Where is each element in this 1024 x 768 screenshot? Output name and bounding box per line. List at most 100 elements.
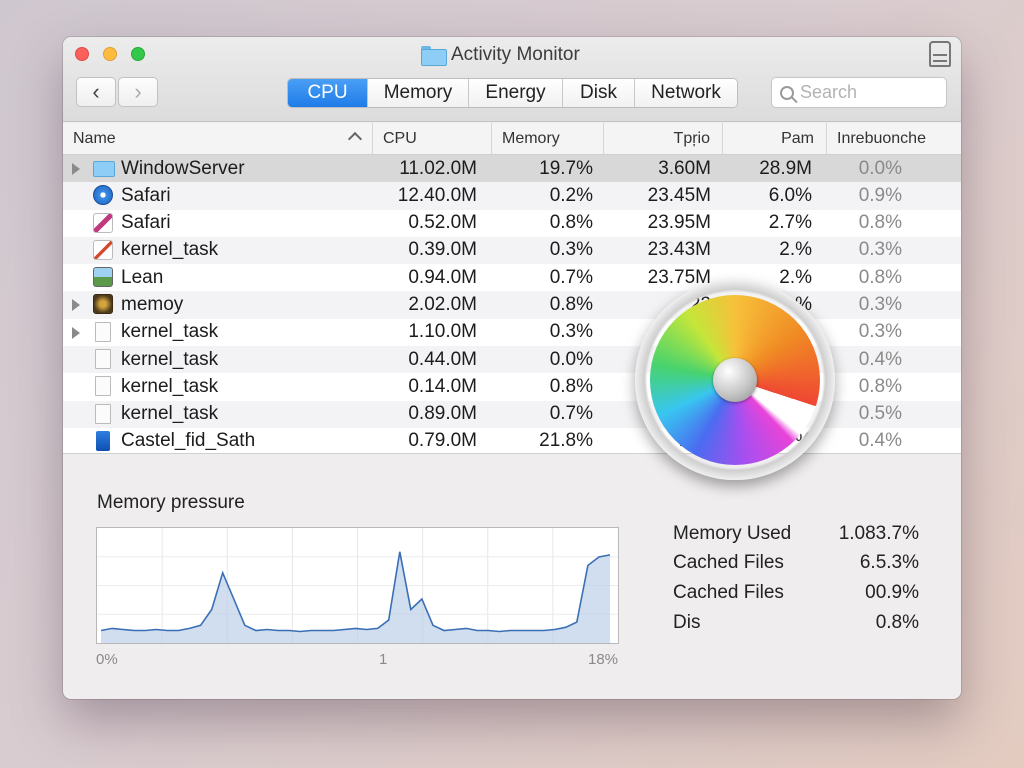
process-col6: 0.9% [858,184,902,206]
process-col6: 0.5% [858,403,902,425]
table-row[interactable]: Safari 12.40.0M 0.2% 23.45M 6.0% 0.9% [63,182,961,210]
tab-energy[interactable]: Energy [468,79,562,107]
process-cpu: 0.52.0M [408,212,477,234]
stat-value-cached-files-2: 00.9% [865,582,919,603]
process-cpu: 2.02.0M [408,293,477,315]
process-memory: 21.8% [539,430,593,452]
search-icon [780,85,794,100]
document-icon [95,403,111,424]
search-field[interactable] [771,77,947,108]
tab-cpu[interactable]: CPU [288,79,367,107]
disclosure-triangle-icon[interactable] [72,326,80,339]
stat-value-cached-files: 6.5.3% [859,552,919,573]
printer-icon[interactable] [929,41,951,67]
folder-icon [93,161,115,177]
graph-axis-label-start: 0% [96,651,118,668]
process-col5: 2.% [779,239,812,261]
tab-bar: CPU Memory Energy Disk Network [287,78,738,108]
tab-network[interactable]: Network [634,79,737,107]
process-col5: 2.7% [768,212,812,234]
process-name: kernel_task [121,375,219,397]
stat-value-memory-used: 1.083.7% [838,523,919,544]
process-col6: 0.3% [858,239,902,261]
process-name: kernel_task [121,321,219,343]
process-col6: 0.3% [858,293,902,315]
document-icon [95,321,111,342]
stat-value-dis: 0.8% [875,612,919,633]
forward-button[interactable]: › [118,77,158,107]
document-icon [95,376,111,397]
disclosure-triangle-icon[interactable] [72,299,80,312]
image-icon [93,267,113,288]
blue-app-icon [96,430,110,451]
process-memory: 0.8% [549,293,593,315]
table-row[interactable]: Safari 0.52.0M 0.8% 23.95M 2.7% 0.8% [63,210,961,237]
process-memory: 0.7% [549,403,593,425]
process-col6: 0.8% [858,212,902,234]
process-name: kernel_task [121,239,219,261]
disclosure-triangle-icon[interactable] [72,163,80,175]
stat-label-dis: Dis [673,612,701,633]
process-col5: 28.9M [759,157,812,179]
graph-axis-label-middle: 1 [379,651,388,668]
table-row[interactable]: Castel_fid_Sath0.79.0M21.8%213%0.4% [63,428,961,453]
safari-icon [93,185,113,206]
process-cpu: 0.94.0M [408,266,477,288]
process-memory: 0.0% [549,348,593,370]
tab-disk[interactable]: Disk [562,79,634,107]
column-header-name[interactable]: Name [63,123,372,155]
process-col6: 0.8% [858,266,902,288]
titlebar: Activity Monitor ‹ › CPU Memory Energy D… [63,37,961,122]
graph-area [101,551,610,643]
process-cpu: 0.44.0M [408,348,477,370]
game-icon [93,294,113,315]
process-memory: 0.8% [549,375,593,397]
process-memory: 0.8% [549,212,593,234]
process-col4: 23.45M [647,184,711,206]
table-row[interactable]: memoy2.02.0M0.8%22%0.3% [63,291,961,319]
stat-label-memory-used: Memory Used [673,523,792,544]
memory-pressure-chart [97,528,618,643]
process-col4: 23.95M [647,212,711,234]
column-header-cpu[interactable]: CPU [372,123,491,155]
zoom-button[interactable] [131,47,145,61]
process-name: WindowServer [121,157,245,179]
process-memory: 19.7% [539,157,593,179]
spinning-wait-cursor-icon [635,280,835,480]
window-title: Activity Monitor [421,44,580,66]
process-cpu: 0.39.0M [408,239,477,261]
process-memory: 0.7% [549,266,593,288]
process-col4: 23.43M [647,239,711,261]
process-col5: 6.0% [768,184,812,206]
process-cpu: 0.89.0M [408,403,477,425]
column-header-col4[interactable]: Tpŗio [603,123,722,155]
column-header-name-label: Name [73,130,116,147]
process-memory: 0.3% [549,321,593,343]
graph-line [100,551,611,633]
document-icon [95,349,111,370]
process-memory: 0.3% [549,239,593,261]
column-header-col6[interactable]: Inrebuonche [826,123,961,155]
folder-icon [421,46,447,66]
search-input[interactable] [800,82,940,103]
process-cpu: 0.79.0M [408,430,477,452]
script-editor-icon [93,212,113,233]
table-row[interactable]: Lean 0.94.0M 0.7% 23.75M 2.% 0.8% [63,264,961,291]
back-button[interactable]: ‹ [76,77,116,107]
table-row[interactable]: WindowServer 11.02.0M 19.7% 3.60M 28.9M 0.0% [63,155,961,183]
process-name: Safari [121,184,171,206]
column-header-memory[interactable]: Memory [491,123,603,155]
process-memory: 0.2% [549,184,593,206]
process-name: Safari [121,212,171,234]
table-row[interactable]: kernel_task 0.39.0M 0.3% 23.43M 2.% 0.3% [63,236,961,265]
minimize-button[interactable] [103,47,117,61]
column-header-col5[interactable]: Pam [722,123,826,155]
sort-ascending-icon[interactable] [347,131,363,147]
process-col6: 0.4% [858,430,902,452]
process-col4: 3.60M [658,157,711,179]
tab-memory[interactable]: Memory [367,79,468,107]
close-button[interactable] [75,47,89,61]
stat-label-cached-files: Cached Files [673,552,784,573]
stat-label-cached-files-2: Cached Files [673,582,784,603]
process-name: kernel_task [121,403,219,425]
